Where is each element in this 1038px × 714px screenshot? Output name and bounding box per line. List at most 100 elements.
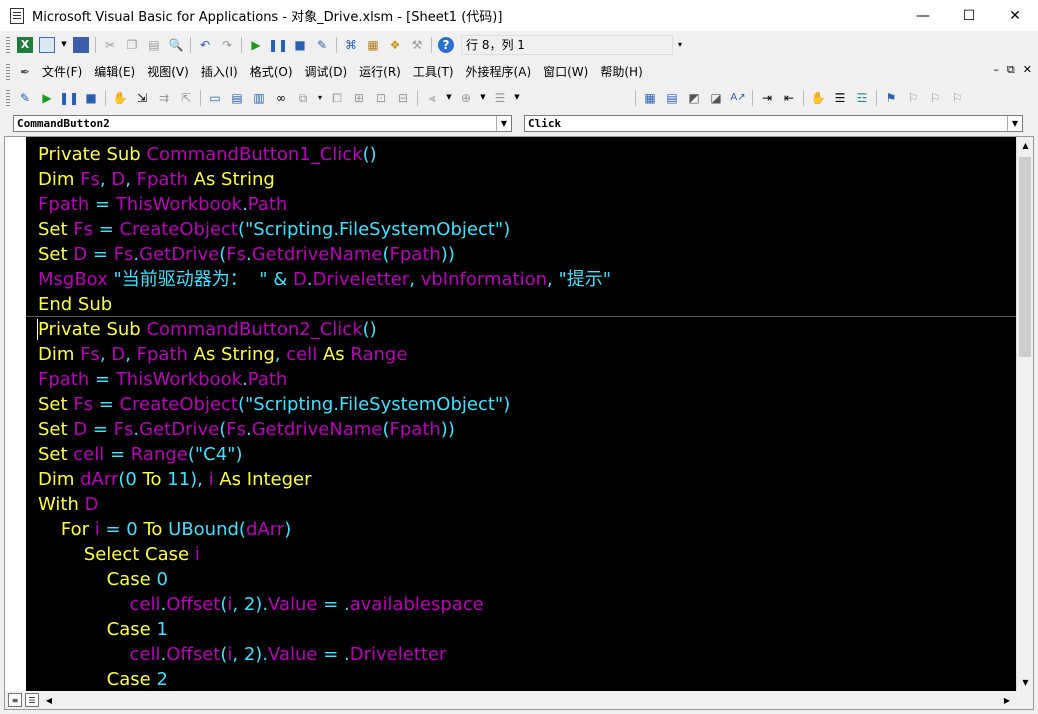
group-icon[interactable]: ⊟ [395,90,411,106]
clear-bookmarks-icon[interactable]: ⚐ [949,90,965,106]
menu-window[interactable]: 窗口(W) [543,63,588,80]
menu-edit[interactable]: 编辑(E) [94,63,135,80]
menu-file[interactable]: 文件(F) [42,63,82,80]
menu-debug[interactable]: 调试(D) [305,63,348,80]
dropdown-arrow-icon[interactable]: ▼ [446,90,452,106]
code-line[interactable]: End Sub [38,292,112,317]
insert-userform-icon[interactable] [39,36,55,53]
project-explorer-icon[interactable]: ⌘ [343,37,359,53]
menu-run[interactable]: 运行(R) [359,63,401,80]
dropdown-arrow-icon[interactable]: ▼ [480,90,486,106]
undo-icon[interactable]: ↶ [197,37,213,53]
code-line[interactable]: Fpath = ThisWorkbook.Path [38,367,287,392]
toolbar-grip[interactable] [6,36,10,53]
code-line[interactable]: Dim Fs, D, Fpath As String, cell As Rang… [38,342,407,367]
help-icon[interactable]: ? [438,36,454,53]
uncomment-block-icon[interactable]: ☲ [854,90,870,106]
vba-menu-icon[interactable]: ✒ [17,64,33,80]
code-line[interactable]: Set cell = Range("C4") [38,442,242,467]
make-same-width-icon[interactable]: ☰ [492,90,508,106]
quick-watch-icon[interactable]: ∞ [273,90,289,106]
cut-icon[interactable]: ✂ [102,37,118,53]
mdi-restore-button[interactable]: ⧉ [1007,63,1015,77]
code-line[interactable]: MsgBox "当前驱动器为： " & D.Driveletter, vbInf… [38,267,611,292]
redo-icon[interactable]: ↷ [219,37,235,53]
design-mode-icon[interactable]: ✎ [17,90,33,106]
code-line[interactable]: Fpath = ThisWorkbook.Path [38,192,287,217]
mdi-minimize-button[interactable]: – [993,63,999,77]
run-icon[interactable]: ▶ [39,90,55,106]
close-button[interactable]: ✕ [992,0,1038,31]
scroll-left-icon[interactable]: ◀ [41,692,57,708]
run-icon[interactable]: ▶ [248,37,264,53]
code-line[interactable]: Select Case i [38,542,200,567]
code-line[interactable]: For i = 0 To UBound(dArr) [38,517,291,542]
find-icon[interactable]: 🔍 [168,37,184,53]
code-line[interactable]: Dim dArr(0 To 11), i As Integer [38,467,312,492]
design-mode-icon[interactable]: ✎ [314,37,330,53]
copy-icon[interactable]: ❐ [124,37,140,53]
toolbar-options-icon[interactable]: ▾ [676,37,684,53]
margin-indicator-bar[interactable] [5,137,26,691]
comment-block-icon[interactable]: ☰ [832,90,848,106]
align-left-icon[interactable]: ⫷ [424,90,440,106]
menu-grip[interactable] [6,63,10,80]
scroll-down-icon[interactable]: ▼ [1017,674,1034,691]
step-into-icon[interactable]: ⇲ [134,90,150,106]
code-line[interactable]: cell.Offset(i, 2).Value = .availablespac… [38,592,484,617]
list-constants-icon[interactable]: ▤ [664,90,680,106]
reset-icon[interactable]: ■ [292,37,308,53]
menu-tools[interactable]: 工具(T) [413,63,454,80]
code-line[interactable]: Case 2 [38,667,168,691]
menu-view[interactable]: 视图(V) [147,63,189,80]
quick-info-icon[interactable]: ◩ [686,90,702,106]
paste-icon[interactable]: ▤ [146,37,162,53]
chevron-down-icon[interactable]: ▼ [496,116,511,131]
toolbar-options-icon[interactable]: ▾ [317,90,323,106]
save-icon[interactable] [73,36,89,53]
procedure-combo[interactable]: Click ▼ [524,115,1023,132]
align-icon[interactable]: ⧠ [329,90,345,106]
scroll-up-icon[interactable]: ▲ [1017,137,1034,154]
toolbox-icon[interactable]: ⚒ [409,37,425,53]
vertical-scroll-thumb[interactable] [1019,157,1031,357]
code-line[interactable]: Dim Fs, D, Fpath As String [38,167,275,192]
parameter-info-icon[interactable]: ◪ [708,90,724,106]
code-line[interactable]: Set D = Fs.GetDrive(Fs.GetdriveName(Fpat… [38,417,455,442]
watch-window-icon[interactable]: ▥ [251,90,267,106]
full-module-view-icon[interactable]: ☰ [25,693,39,707]
code-editor[interactable]: Private Sub CommandButton1_Click() Dim Fs… [26,137,1016,691]
step-over-icon[interactable]: ⇉ [156,90,172,106]
code-line[interactable]: Set D = Fs.GetDrive(Fs.GetdriveName(Fpat… [38,242,455,267]
previous-bookmark-icon[interactable]: ⚐ [927,90,943,106]
scroll-right-icon[interactable]: ▶ [999,692,1015,708]
object-browser-icon[interactable]: ❖ [387,37,403,53]
toggle-bookmark-icon[interactable]: ⚑ [883,90,899,106]
next-bookmark-icon[interactable]: ⚐ [905,90,921,106]
code-line[interactable]: Set Fs = CreateObject("Scripting.FileSys… [38,392,510,417]
code-line[interactable]: Private Sub CommandButton1_Click() [38,142,377,167]
horizontal-scrollbar[interactable]: ◀ ▶ [41,692,1015,708]
minimize-button[interactable]: — [900,0,946,31]
toolbar-grip[interactable] [6,89,10,106]
chevron-down-icon[interactable]: ▼ [1007,116,1022,131]
object-combo[interactable]: CommandButton2 ▼ [13,115,512,132]
vertical-scrollbar[interactable]: ▲ ▼ [1016,137,1033,691]
code-line[interactable]: With D [38,492,98,517]
call-stack-icon[interactable]: ⧉ [295,90,311,106]
maximize-button[interactable]: ☐ [946,0,992,31]
menu-format[interactable]: 格式(O) [250,63,293,80]
code-line[interactable]: Private Sub CommandButton2_Click() [38,317,377,342]
immediate-window-icon[interactable]: ▤ [229,90,245,106]
break-icon[interactable]: ❚❚ [59,90,79,106]
properties-window-icon[interactable]: ▦ [365,37,381,53]
list-properties-icon[interactable]: ▦ [642,90,658,106]
menu-addins[interactable]: 外接程序(A) [466,63,532,80]
complete-word-icon[interactable]: A↗ [730,90,746,106]
locals-window-icon[interactable]: ▭ [207,90,223,106]
menu-help[interactable]: 帮助(H) [600,63,642,80]
toggle-breakpoint-icon[interactable]: ✋ [112,90,128,106]
break-icon[interactable]: ❚❚ [268,37,288,53]
procedure-view-icon[interactable]: ≡ [8,693,22,707]
mdi-close-button[interactable]: ✕ [1023,63,1032,77]
